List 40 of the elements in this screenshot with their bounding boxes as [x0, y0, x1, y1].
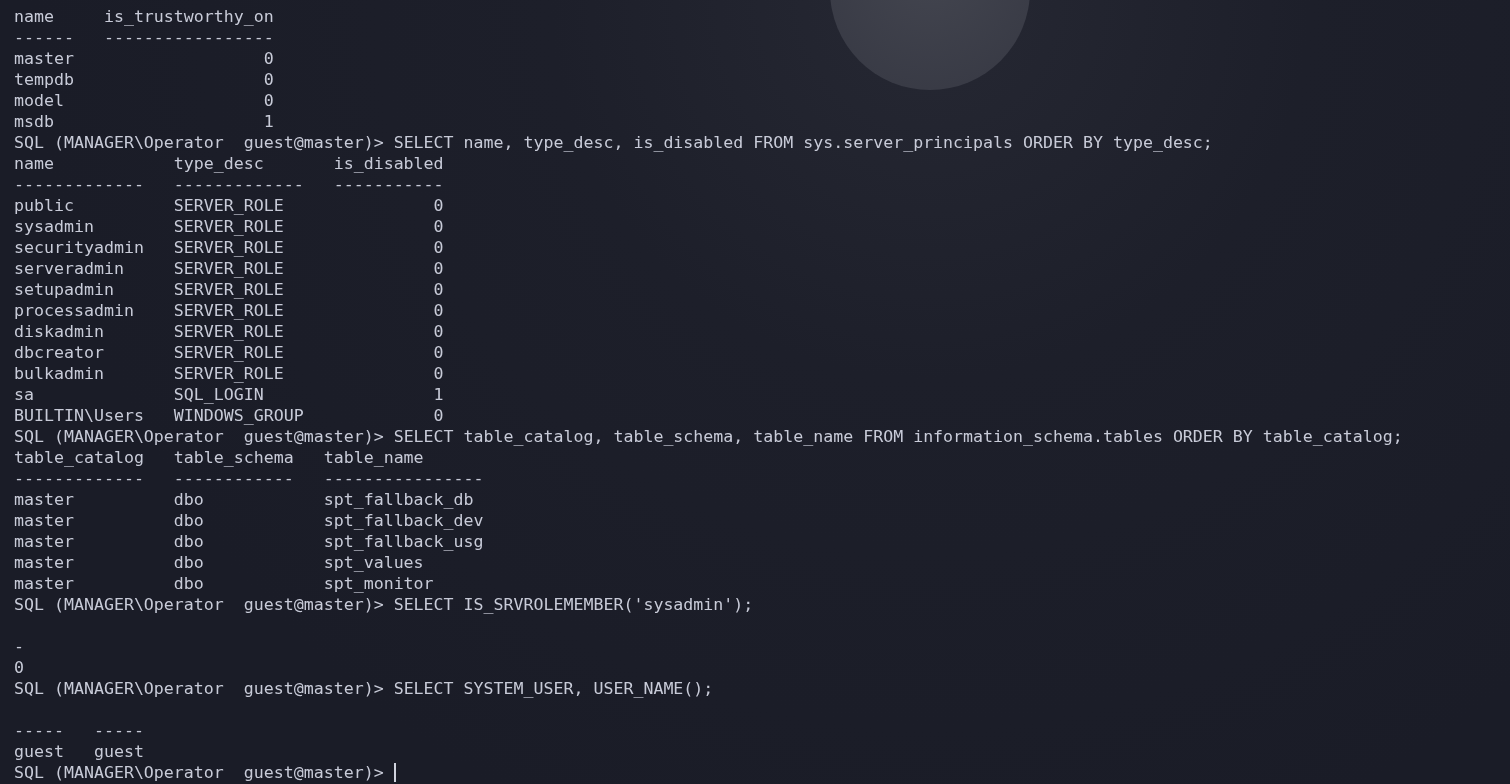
shell-prompt: SQL (MANAGER\Operator guest@master)>: [14, 762, 384, 783]
output-line: sysadmin SERVER_ROLE 0: [14, 216, 445, 237]
output-line: bulkadmin SERVER_ROLE 0: [14, 363, 445, 384]
output-line: processadmin SERVER_ROLE 0: [14, 300, 445, 321]
output-line: 0: [14, 657, 25, 678]
shell-prompt: SQL (MANAGER\Operator guest@master)>: [14, 594, 384, 615]
output-line: ------------- ------------- -----------: [14, 174, 445, 195]
output-line: name type_desc is_disabled: [14, 153, 445, 174]
output-line: model 0: [14, 90, 275, 111]
output-line: ------------- ------------ ----------------: [14, 468, 485, 489]
shell-prompt: SQL (MANAGER\Operator guest@master)>: [14, 678, 384, 699]
output-line: BUILTIN\Users WINDOWS_GROUP 0: [14, 405, 445, 426]
output-line: master dbo spt_fallback_usg: [14, 531, 485, 552]
output-line: ------ -----------------: [14, 27, 275, 48]
output-line: ----- -----: [14, 720, 145, 741]
output-line: sa SQL_LOGIN 1: [14, 384, 445, 405]
output-line: master dbo spt_fallback_db: [14, 489, 475, 510]
output-line: tempdb 0: [14, 69, 275, 90]
text-cursor: [393, 763, 396, 782]
sql-command: SELECT SYSTEM_USER, USER_NAME();: [393, 678, 714, 699]
output-line: name is_trustworthy_on: [14, 6, 275, 27]
output-line: guest guest: [14, 741, 145, 762]
sql-command: SELECT name, type_desc, is_disabled FROM sys.server_principals ORDER BY type_desc;: [393, 132, 1213, 153]
output-line: setupadmin SERVER_ROLE 0: [14, 279, 445, 300]
output-line: -: [14, 636, 25, 657]
output-line: table_catalog table_schema table_name: [14, 447, 425, 468]
output-line: securityadmin SERVER_ROLE 0: [14, 237, 445, 258]
output-line: master dbo spt_monitor: [14, 573, 435, 594]
shell-prompt: SQL (MANAGER\Operator guest@master)>: [14, 426, 384, 447]
output-line: msdb 1: [14, 111, 275, 132]
output-line: dbcreator SERVER_ROLE 0: [14, 342, 445, 363]
output-line: public SERVER_ROLE 0: [14, 195, 445, 216]
output-line: master 0: [14, 48, 275, 69]
sql-command: SELECT IS_SRVROLEMEMBER('sysadmin');: [393, 594, 754, 615]
sql-command: SELECT table_catalog, table_schema, table_name FROM information_schema.tables ORDER BY table_catalog;: [393, 426, 1403, 447]
output-line: serveradmin SERVER_ROLE 0: [14, 258, 445, 279]
shell-prompt: SQL (MANAGER\Operator guest@master)>: [14, 132, 384, 153]
output-line: diskadmin SERVER_ROLE 0: [14, 321, 445, 342]
output-line: master dbo spt_values: [14, 552, 425, 573]
output-line: master dbo spt_fallback_dev: [14, 510, 485, 531]
